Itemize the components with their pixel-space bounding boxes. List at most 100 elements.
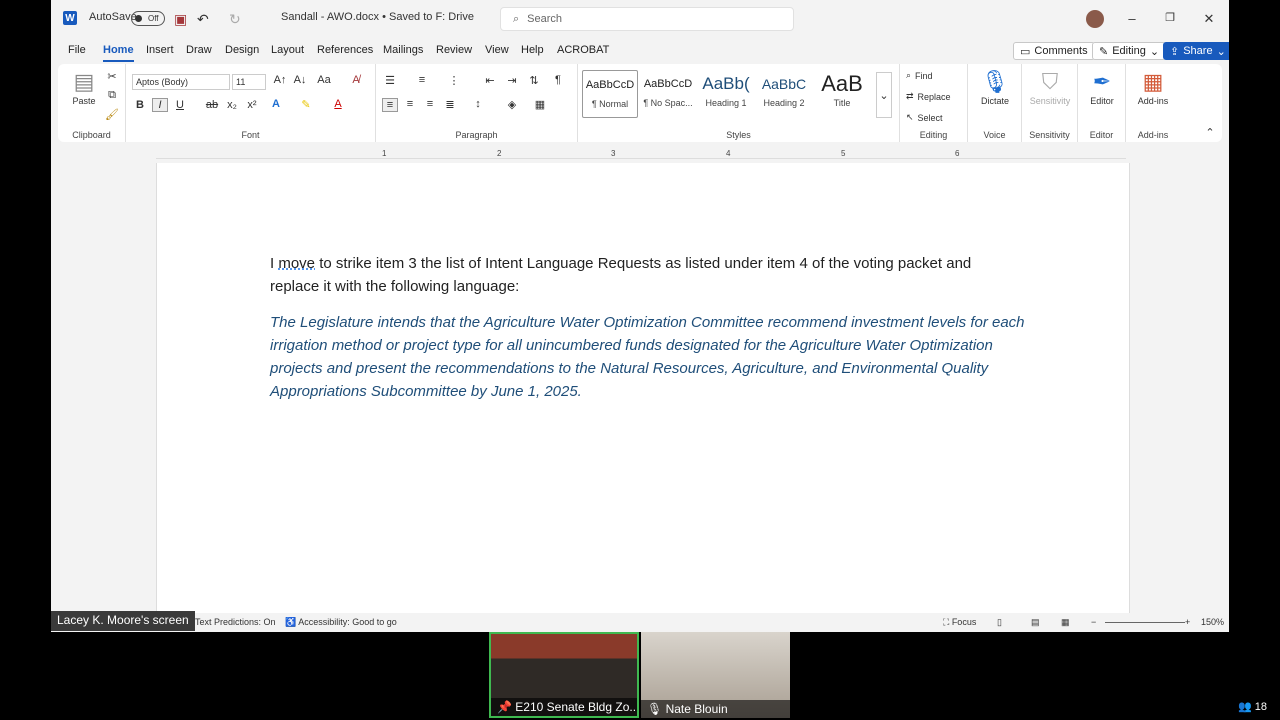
align-left-icon[interactable]: ≡ (382, 98, 398, 112)
italic-icon[interactable]: I (152, 98, 168, 112)
format-painter-icon[interactable]: 🖌 (104, 108, 120, 121)
shrink-font-icon[interactable]: A↓ (292, 74, 308, 86)
document-page[interactable]: I move to strike item 3 the list of Inte… (156, 163, 1130, 615)
strikethrough-icon[interactable]: ab (204, 99, 220, 111)
document-title[interactable]: Sandall - AWO.docx • Saved to F: Drive (281, 11, 474, 23)
focus-button[interactable]: ⛶ Focus (943, 617, 976, 628)
redo-icon[interactable]: ↻ (229, 11, 241, 28)
web-layout-icon[interactable]: ▦ (1061, 617, 1070, 628)
paragraph-group: ☰ ≡ ⋮ ⇤ ⇥ ⇅ ¶ ≡ ≡ ≡ ≣ ↕ ◈ ▦ Paragraph (376, 64, 578, 142)
increase-indent-icon[interactable]: ⇥ (504, 74, 520, 87)
tab-layout[interactable]: Layout (271, 44, 304, 56)
tab-acrobat[interactable]: ACROBAT (557, 44, 609, 56)
highlight-icon[interactable]: ✎ (298, 98, 314, 111)
tab-design[interactable]: Design (225, 44, 259, 56)
ruler-track (156, 149, 1126, 159)
video-tile-e210[interactable]: 📌 E210 Senate Bldg Zo... (489, 632, 639, 718)
participant-count[interactable]: 👥 18 (1238, 700, 1267, 713)
styles-more-icon[interactable]: ⌄ (876, 72, 892, 118)
comments-button[interactable]: ▭ Comments (1013, 42, 1095, 60)
search-input: Search (527, 13, 563, 25)
underline-icon[interactable]: U (172, 99, 188, 111)
style-heading-2[interactable]: AaBbC Heading 2 (756, 70, 812, 118)
horizontal-ruler[interactable]: 1 2 3 4 5 6 (51, 145, 1229, 163)
accessibility-status[interactable]: ♿ Accessibility: Good to go (285, 617, 397, 628)
copy-icon[interactable]: ⧉ (104, 89, 120, 102)
style-no-spacing[interactable]: AaBbCcD ¶ No Spac... (640, 70, 696, 118)
zoom-slider[interactable] (1105, 622, 1185, 623)
tab-file[interactable]: File (68, 44, 86, 56)
flagged-word[interactable]: move (278, 255, 315, 272)
video-tile-nate[interactable]: 🎙 Nate Blouin (641, 632, 790, 718)
justify-icon[interactable]: ≣ (442, 98, 458, 111)
tab-home[interactable]: Home (103, 44, 134, 62)
editor-button[interactable]: ✒ Editor (1080, 68, 1124, 106)
borders-icon[interactable]: ▦ (532, 98, 548, 111)
style-normal[interactable]: AaBbCcD ¶ Normal (582, 70, 638, 118)
status-bar: Text Predictions: On ♿ Accessibility: Go… (51, 613, 1229, 632)
vertical-ruler[interactable] (51, 163, 69, 613)
read-mode-icon[interactable]: ▯ (997, 617, 1002, 628)
editor-label: Editor (1089, 130, 1114, 140)
motion-paragraph[interactable]: I move to strike item 3 the list of Inte… (270, 252, 990, 298)
intent-language-paragraph[interactable]: The Legislature intends that the Agricul… (270, 311, 1030, 403)
sort-icon[interactable]: ⇅ (526, 74, 542, 87)
undo-icon[interactable]: ↶ (197, 11, 209, 28)
pilcrow-icon[interactable]: ¶ (550, 74, 566, 86)
zoom-out-icon[interactable]: − (1091, 617, 1096, 627)
find-button[interactable]: ⌕ Find (906, 70, 933, 81)
bold-icon[interactable]: B (132, 99, 148, 111)
dictate-button[interactable]: 🎙 Dictate (972, 68, 1018, 106)
style-heading-1[interactable]: AaBb(Heading 1 (698, 70, 754, 118)
collapse-ribbon-icon[interactable]: ⌃ (1202, 126, 1218, 139)
close-icon[interactable]: ✕ (1199, 11, 1219, 27)
superscript-icon[interactable]: x² (244, 99, 260, 111)
share-button[interactable]: ⇪ Share ⌄ (1163, 42, 1229, 60)
grow-font-icon[interactable]: A↑ (272, 74, 288, 86)
align-center-icon[interactable]: ≡ (402, 98, 418, 110)
cut-icon[interactable]: ✂ (104, 70, 120, 83)
tab-mailings[interactable]: Mailings (383, 44, 423, 56)
sensitivity-button[interactable]: ⛉ Sensitivity (1024, 68, 1076, 106)
text-effects-icon[interactable]: A (268, 98, 284, 110)
decrease-indent-icon[interactable]: ⇤ (482, 74, 498, 87)
minimize-icon[interactable]: – (1122, 11, 1142, 26)
print-layout-icon[interactable]: ▤ (1031, 617, 1040, 628)
font-color-icon[interactable]: A (330, 98, 346, 110)
ruler-mark: 2 (497, 149, 502, 158)
avatar[interactable] (1086, 10, 1104, 28)
tab-references[interactable]: References (317, 44, 373, 56)
restore-icon[interactable]: ❐ (1160, 11, 1180, 24)
tab-draw[interactable]: Draw (186, 44, 212, 56)
change-case-icon[interactable]: Aa (316, 74, 332, 86)
numbering-icon[interactable]: ≡ (414, 74, 430, 86)
tab-review[interactable]: Review (436, 44, 472, 56)
tab-help[interactable]: Help (521, 44, 544, 56)
editor-group: ✒ Editor Editor (1078, 64, 1126, 142)
search-box[interactable]: ⌕ Search (500, 7, 794, 31)
autosave-toggle[interactable]: Off (131, 11, 165, 26)
font-name-box[interactable]: Aptos (Body) (132, 74, 230, 90)
line-spacing-icon[interactable]: ↕ (470, 98, 486, 110)
editing-label: Editing (919, 130, 948, 140)
font-size-box[interactable]: 11 (232, 74, 266, 90)
text-predictions-status[interactable]: Text Predictions: On (195, 617, 276, 627)
clipboard-group: ▤ Paste ✂ ⧉ 🖌 Clipboard (58, 64, 126, 142)
tab-view[interactable]: View (485, 44, 509, 56)
zoom-level[interactable]: 150% (1201, 617, 1224, 627)
align-right-icon[interactable]: ≡ (422, 98, 438, 110)
save-icon[interactable]: ▣ (174, 11, 187, 28)
style-title[interactable]: AaB Title (814, 70, 870, 118)
addins-button[interactable]: ▦ Add-ins (1128, 68, 1178, 106)
subscript-icon[interactable]: x₂ (224, 99, 240, 111)
paste-button[interactable]: ▤ Paste (66, 68, 102, 106)
shading-icon[interactable]: ◈ (504, 98, 520, 111)
tab-insert[interactable]: Insert (146, 44, 174, 56)
zoom-in-icon[interactable]: + (1185, 617, 1190, 627)
bullets-icon[interactable]: ☰ (382, 74, 398, 87)
select-button[interactable]: ↖ Select (906, 112, 943, 123)
multilevel-list-icon[interactable]: ⋮ (446, 74, 462, 87)
replace-button[interactable]: ⇄ Replace (906, 91, 951, 102)
editing-mode-button[interactable]: ✎ Editing ⌄ (1092, 42, 1167, 60)
clear-formatting-icon[interactable]: A̸ (348, 74, 364, 86)
